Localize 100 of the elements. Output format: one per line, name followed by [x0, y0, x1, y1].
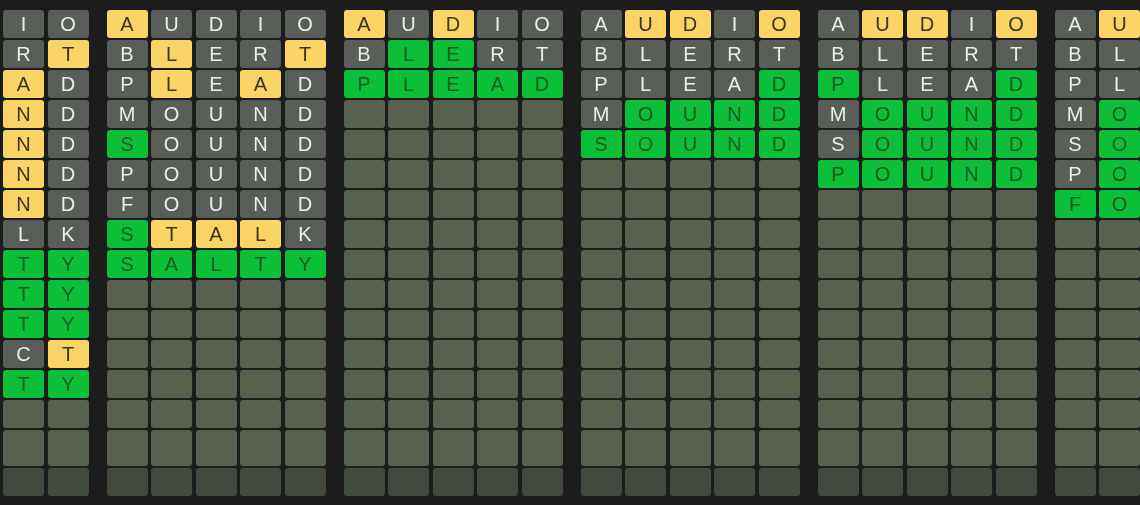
empty-tile: [817, 400, 859, 428]
empty-tile: [625, 190, 666, 218]
empty-tile: [240, 310, 281, 338]
empty-tile: [758, 220, 800, 248]
letter-tile: D: [284, 100, 326, 128]
empty-tile: [521, 220, 563, 248]
letter-tile: T: [3, 370, 44, 398]
letter-tile: Y: [284, 250, 326, 278]
letter-tile: O: [151, 190, 192, 218]
empty-tile: [106, 340, 148, 368]
letter-tile: N: [240, 100, 281, 128]
empty-tile: [477, 310, 518, 338]
empty-tile: [862, 190, 903, 218]
empty-tile: [521, 468, 563, 496]
empty-tile: [951, 250, 992, 278]
empty-tile: [862, 468, 903, 496]
letter-tile: D: [47, 100, 89, 128]
empty-tile: [388, 130, 429, 158]
empty-tile: [388, 468, 429, 496]
letter-tile: D: [195, 10, 237, 38]
letter-tile: C: [3, 340, 44, 368]
letter-tile: F: [1054, 190, 1096, 218]
letter-tile: U: [195, 100, 237, 128]
empty-tile: [343, 468, 385, 496]
empty-tile: [1054, 250, 1096, 278]
empty-tile: [240, 400, 281, 428]
empty-tile: [432, 130, 474, 158]
letter-tile: A: [580, 10, 622, 38]
letter-tile: Y: [47, 250, 89, 278]
letter-tile: U: [1099, 10, 1140, 38]
letter-tile: A: [477, 70, 518, 98]
letter-tile: U: [195, 160, 237, 188]
empty-tile: [995, 340, 1037, 368]
empty-tile: [951, 468, 992, 496]
empty-tile: [521, 190, 563, 218]
empty-tile: [240, 280, 281, 308]
empty-tile: [388, 430, 429, 466]
letter-tile: D: [284, 160, 326, 188]
empty-tile: [714, 468, 755, 496]
empty-tile: [625, 250, 666, 278]
letter-tile: D: [47, 70, 89, 98]
empty-tile: [151, 310, 192, 338]
empty-tile: [862, 280, 903, 308]
letter-tile: P: [343, 70, 385, 98]
empty-tile: [995, 190, 1037, 218]
letter-tile: D: [47, 190, 89, 218]
letter-tile: A: [1054, 10, 1096, 38]
empty-tile: [758, 430, 800, 466]
letter-tile: O: [1099, 190, 1140, 218]
letter-tile: U: [669, 130, 711, 158]
letter-tile: A: [817, 10, 859, 38]
empty-tile: [580, 340, 622, 368]
empty-tile: [521, 280, 563, 308]
empty-tile: [106, 280, 148, 308]
empty-tile: [625, 370, 666, 398]
empty-tile: [1099, 400, 1140, 428]
empty-tile: [714, 370, 755, 398]
letter-tile: N: [3, 130, 44, 158]
letter-tile: O: [862, 100, 903, 128]
letter-tile: I: [714, 10, 755, 38]
letter-tile: N: [714, 130, 755, 158]
empty-tile: [758, 160, 800, 188]
empty-tile: [817, 370, 859, 398]
letter-tile: E: [669, 40, 711, 68]
letter-tile: T: [47, 40, 89, 68]
letter-tile: S: [106, 250, 148, 278]
empty-tile: [521, 130, 563, 158]
letter-tile: O: [151, 160, 192, 188]
empty-tile: [432, 250, 474, 278]
empty-tile: [240, 370, 281, 398]
letter-tile: L: [862, 40, 903, 68]
empty-tile: [714, 430, 755, 466]
empty-tile: [343, 310, 385, 338]
empty-tile: [669, 160, 711, 188]
empty-tile: [906, 400, 948, 428]
empty-tile: [1054, 468, 1096, 496]
letter-tile: R: [714, 40, 755, 68]
empty-tile: [432, 370, 474, 398]
empty-tile: [47, 468, 89, 496]
letter-tile: N: [951, 100, 992, 128]
empty-tile: [477, 130, 518, 158]
letter-tile: O: [284, 10, 326, 38]
empty-tile: [625, 310, 666, 338]
empty-tile: [195, 430, 237, 466]
letter-tile: O: [151, 100, 192, 128]
letter-tile: D: [47, 130, 89, 158]
letter-tile: D: [47, 160, 89, 188]
empty-tile: [195, 370, 237, 398]
empty-tile: [1099, 220, 1140, 248]
empty-tile: [151, 370, 192, 398]
empty-tile: [432, 400, 474, 428]
empty-tile: [106, 310, 148, 338]
empty-tile: [995, 310, 1037, 338]
letter-tile: D: [284, 70, 326, 98]
letter-tile: T: [240, 250, 281, 278]
empty-tile: [758, 340, 800, 368]
empty-tile: [669, 220, 711, 248]
empty-tile: [388, 190, 429, 218]
empty-tile: [388, 100, 429, 128]
letter-tile: N: [240, 130, 281, 158]
